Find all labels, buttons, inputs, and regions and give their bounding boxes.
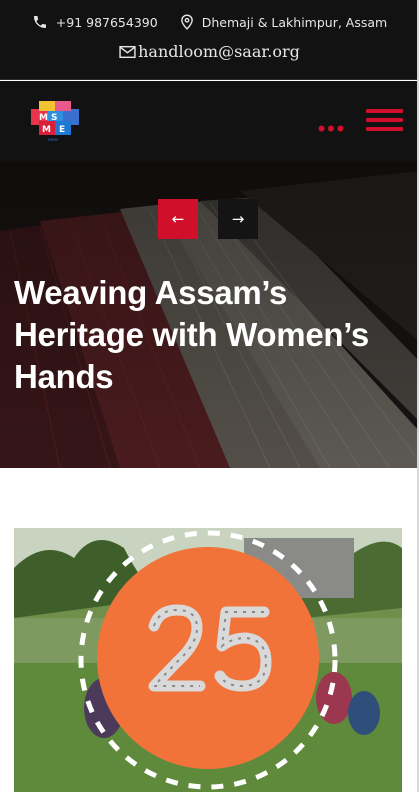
hamburger-line — [366, 109, 403, 113]
arrow-left-icon: ← — [171, 210, 185, 228]
phone-icon — [32, 14, 48, 30]
site-logo[interactable]: M S M E MSME — [28, 99, 82, 143]
more-dots-icon[interactable] — [318, 117, 344, 136]
email-text: handloom@saar.org — [138, 42, 300, 61]
phone-contact[interactable]: +91 987654390 — [32, 14, 158, 30]
svg-text:M: M — [39, 113, 48, 123]
location-text: Dhemaji & Lakhimpur, Assam — [201, 14, 388, 30]
svg-text:M: M — [42, 125, 51, 135]
slider-next-button[interactable]: → — [218, 199, 258, 239]
location-contact: Dhemaji & Lakhimpur, Assam — [180, 14, 388, 30]
hero-slider: ← → Weaving Assam’s Heritage with Women’… — [0, 161, 419, 468]
hamburger-menu-icon[interactable] — [366, 109, 403, 131]
svg-text:E: E — [59, 125, 65, 135]
hamburger-line — [366, 127, 403, 131]
about-section: 25 — [0, 468, 419, 792]
hero-title: Weaving Assam’s Heritage with Women’s Ha… — [14, 274, 369, 395]
slider-prev-button[interactable]: ← — [158, 199, 198, 239]
location-pin-icon — [180, 14, 194, 30]
anniversary-badge — [97, 547, 319, 769]
main-navbar: M S M E MSME — [0, 81, 419, 161]
svg-text:MSME: MSME — [48, 138, 58, 142]
mail-icon — [119, 45, 136, 59]
svg-text:S: S — [51, 113, 57, 123]
phone-text: +91 987654390 — [55, 14, 158, 30]
arrow-right-icon: → — [231, 210, 245, 228]
hamburger-line — [366, 118, 403, 122]
weavers-photo: 25 — [14, 528, 402, 792]
top-contact-bar: +91 987654390 Dhemaji & Lakhimpur, Assam… — [0, 0, 419, 80]
email-contact[interactable]: handloom@saar.org — [0, 42, 419, 61]
